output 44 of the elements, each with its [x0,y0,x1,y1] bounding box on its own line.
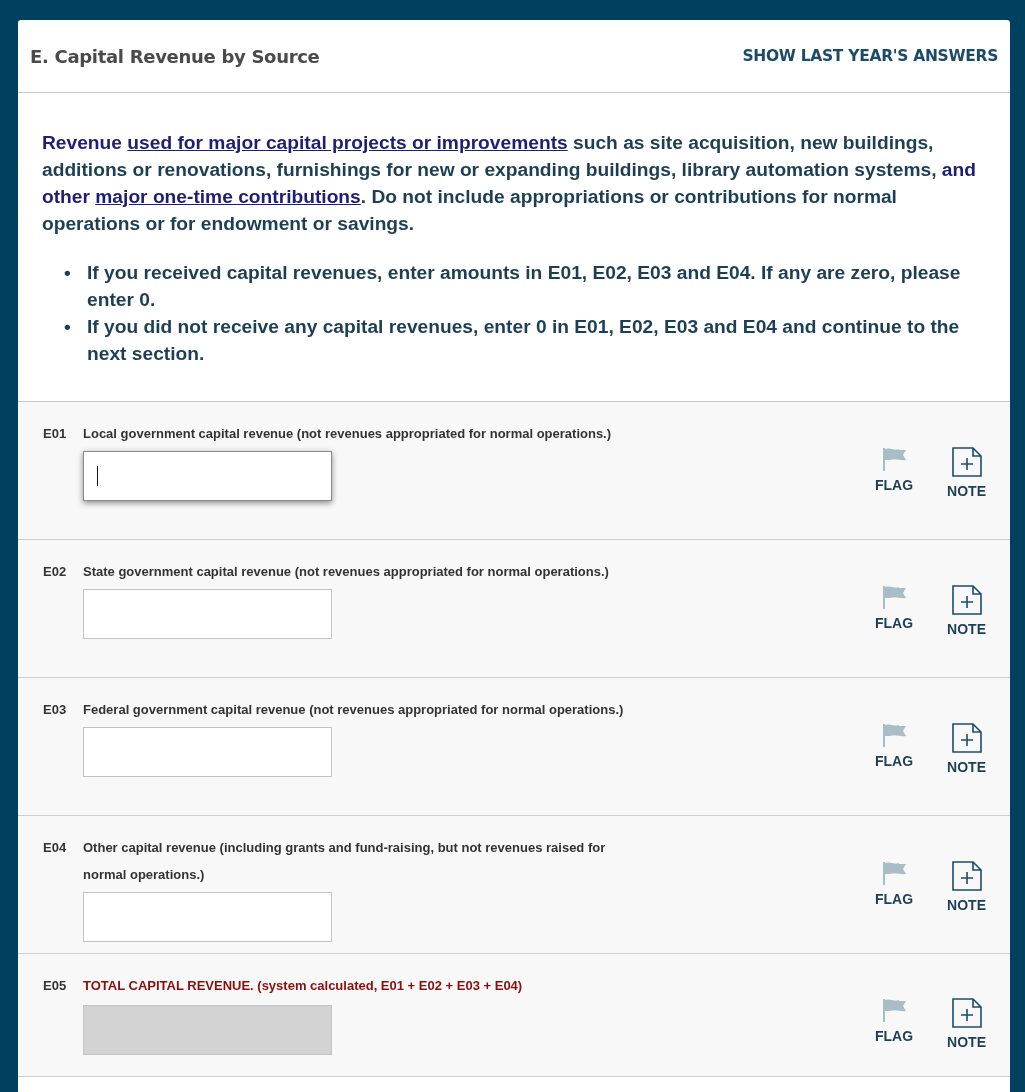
text-cursor [97,466,98,486]
note-button[interactable]: NOTE [947,861,986,953]
bullet-marker: • [64,315,72,339]
amount-field[interactable] [83,892,332,942]
amount-field[interactable] [83,451,332,501]
note-add-icon [951,447,982,477]
question-code: E03 [43,701,68,719]
question-label: Federal government capital revenue (not revenues appropriated for normal operations.) [83,701,625,719]
question-label: State government capital revenue (not revenues appropriated for normal operations.) [83,563,610,581]
amount-field[interactable] [83,589,332,639]
flag-button[interactable]: FLAG [875,585,914,677]
question-code: E04 [43,839,68,857]
instruction-item: If you received capital revenues, enter amounts in E01, E02, E03 and E04. If any are zero, please enter 0. [87,261,962,312]
amount-field[interactable] [83,727,332,777]
bullet-marker: • [64,261,72,285]
link[interactable]: major one-time contributions [95,186,361,207]
flag-icon [881,998,908,1022]
flag-icon [881,447,908,471]
link[interactable]: used for major capital projects or improvements [127,132,568,153]
flag-button[interactable]: FLAG [875,447,914,539]
flag-icon [881,585,908,609]
question-label: Other capital revenue (including grants and fund-raising, but not revenues raised for normal operations.) [83,839,607,884]
intro-paragraph: Revenue used for major capital projects or improvements such as site acquisition, new buildings, additions or renovations, furnishings for new or expanding buildings, library automation systems, and other major one-time contributions. Do not include appropriations or contributions for normal operations or for endowment or savings. [42,131,977,236]
note-button[interactable]: NOTE [947,585,986,677]
flag-button[interactable]: FLAG [875,723,914,815]
instruction-item: If you did not receive any capital revenues, enter 0 in E01, E02, E03 and E04 and continue to the next section. [87,315,961,366]
question-label: Local government capital revenue (not revenues appropriated for normal operations.) [83,425,613,443]
flag-button[interactable]: FLAG [875,861,914,953]
note-button[interactable]: NOTE [947,447,986,539]
note-button[interactable]: NOTE [947,998,986,1076]
note-add-icon [951,998,982,1028]
question-code: E01 [43,425,68,443]
note-button[interactable]: NOTE [947,723,986,815]
section-title: E. Capital Revenue by Source [30,45,320,67]
note-add-icon [951,723,982,753]
note-add-icon [951,585,982,615]
question-code: E05 [43,977,68,995]
flag-icon [881,861,908,885]
show-answers-link[interactable]: SHOW LAST YEAR'S ANSWERS [742,47,998,65]
question-label: TOTAL CAPITAL REVENUE. (system calculated, E01 + E02 + E03 + E04) [83,977,524,995]
note-add-icon [951,861,982,891]
flag-button[interactable]: FLAG [875,998,914,1076]
question-code: E02 [43,563,68,581]
flag-icon [881,723,908,747]
